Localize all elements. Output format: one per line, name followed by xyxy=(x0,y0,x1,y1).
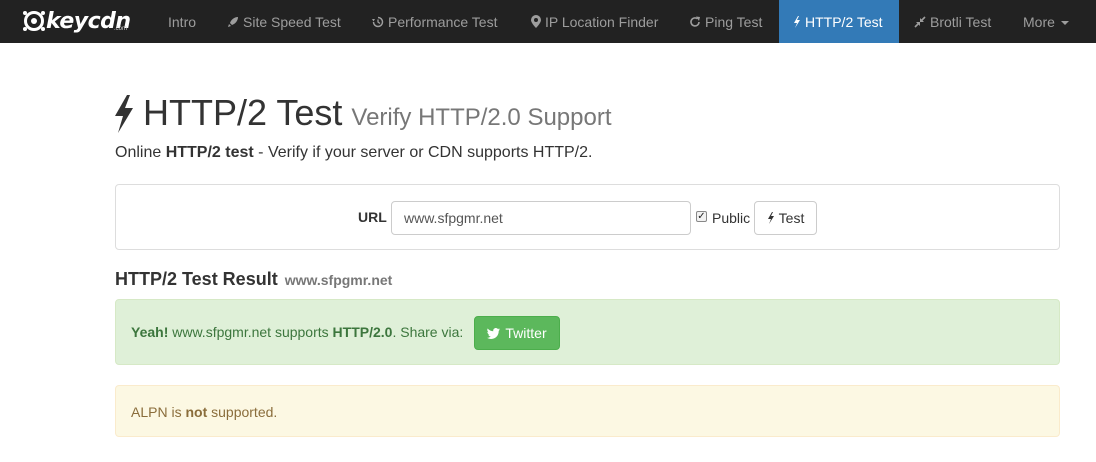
twitter-icon xyxy=(487,327,501,339)
caret-down-icon xyxy=(1060,20,1069,25)
twitter-share-button[interactable]: Twitter xyxy=(474,316,560,350)
nav-item-brotli-test[interactable]: Brotli Test xyxy=(900,0,1005,43)
twitter-button-label: Twitter xyxy=(505,325,547,341)
lead-text: Online HTTP/2 test - Verify if your serv… xyxy=(115,144,592,162)
url-label: URL xyxy=(358,209,387,225)
history-icon xyxy=(372,16,384,27)
nav-label: IP Location Finder xyxy=(545,13,659,30)
nav-label: Brotli Test xyxy=(930,13,992,30)
test-form-panel: URL ✓ Public Test xyxy=(115,184,1060,250)
nav-label: Site Speed Test xyxy=(243,13,341,30)
nav-label: Ping Test xyxy=(705,13,763,30)
navbar: keycdn .com Intro Site Speed Test Perfor… xyxy=(0,0,1096,43)
warning-suffix: supported. xyxy=(207,404,278,420)
nav-item-performance-test[interactable]: Performance Test xyxy=(358,0,511,43)
keycdn-logo-icon xyxy=(23,11,45,31)
nav-label: HTTP/2 Test xyxy=(805,13,883,30)
page-header: HTTP/2 Test Verify HTTP/2.0 Support xyxy=(113,92,612,136)
nav-item-ip-location-finder[interactable]: IP Location Finder xyxy=(517,0,672,43)
lead-prefix: Online xyxy=(115,144,166,161)
nav-item-intro[interactable]: Intro xyxy=(154,0,210,43)
keycdn-logo[interactable]: keycdn .com xyxy=(22,4,131,38)
success-text1: www.sfpgmr.net supports xyxy=(168,324,333,340)
page-subtitle: Verify HTTP/2.0 Support xyxy=(351,104,612,131)
map-marker-icon xyxy=(531,15,541,28)
result-title: HTTP/2 Test Result www.sfpgmr.net xyxy=(115,269,392,290)
warning-prefix: ALPN is xyxy=(131,404,186,420)
rocket-icon xyxy=(228,16,238,27)
success-alert: Yeah! www.sfpgmr.net supports HTTP/2.0. … xyxy=(115,299,1060,365)
test-button[interactable]: Test xyxy=(754,201,817,235)
lead-suffix: - Verify if your server or CDN supports … xyxy=(253,144,593,161)
nav-label: Intro xyxy=(168,13,197,30)
alpn-warning-alert: ALPN is not supported. xyxy=(115,385,1060,437)
nav-label: More xyxy=(1023,13,1055,30)
bolt-icon xyxy=(794,15,800,28)
success-text2: . Share via: xyxy=(392,324,464,340)
result-title-text: HTTP/2 Test Result xyxy=(115,269,278,289)
lead-bold: HTTP/2 test xyxy=(165,144,254,161)
success-bold: HTTP/2.0 xyxy=(332,324,393,340)
bolt-icon xyxy=(115,95,133,133)
public-label: Public xyxy=(712,210,751,226)
nav-label: Performance Test xyxy=(388,13,498,30)
refresh-icon xyxy=(690,16,700,27)
nav-item-site-speed-test[interactable]: Site Speed Test xyxy=(213,0,355,43)
result-host: www.sfpgmr.net xyxy=(284,272,393,288)
compress-icon xyxy=(914,15,926,28)
warning-bold: not xyxy=(185,404,208,420)
brand-sub: .com xyxy=(114,26,128,32)
nav-item-http2-test[interactable]: HTTP/2 Test xyxy=(779,0,899,43)
warning-message: ALPN is not supported. xyxy=(131,404,277,420)
bolt-icon xyxy=(767,212,774,224)
nav-item-more[interactable]: More xyxy=(1009,0,1083,43)
page-title: HTTP/2 Test xyxy=(143,92,343,133)
success-message: Yeah! www.sfpgmr.net supports HTTP/2.0. … xyxy=(131,324,463,340)
url-input[interactable] xyxy=(391,201,691,235)
test-button-label: Test xyxy=(778,210,805,226)
success-yeah: Yeah! xyxy=(131,324,169,340)
nav-item-ping-test[interactable]: Ping Test xyxy=(675,0,776,43)
public-checkbox[interactable]: ✓ xyxy=(696,211,707,222)
